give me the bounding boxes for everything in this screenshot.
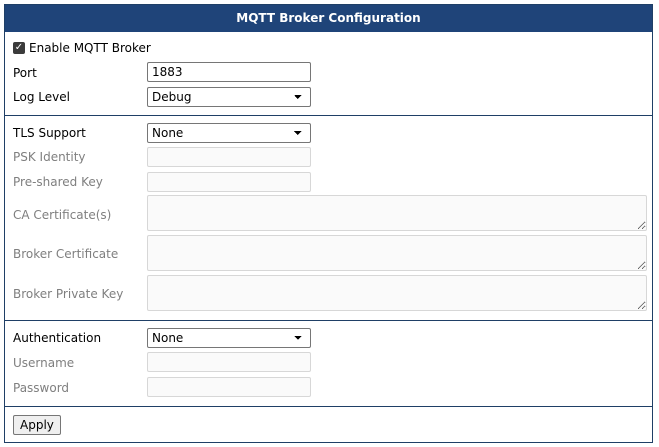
broker-private-key-textarea[interactable] — [147, 275, 647, 311]
mqtt-broker-panel: MQTT Broker Configuration ✓ Enable MQTT … — [4, 4, 653, 443]
section-divider — [5, 406, 652, 407]
authentication-select[interactable]: None — [147, 328, 311, 348]
psk-identity-input[interactable] — [147, 147, 311, 167]
tls-support-select[interactable]: None — [147, 123, 311, 143]
broker-certificate-textarea[interactable] — [147, 235, 647, 271]
enable-mqtt-broker-row[interactable]: ✓ Enable MQTT Broker — [13, 41, 151, 55]
username-label: Username — [13, 356, 75, 370]
pre-shared-key-label: Pre-shared Key — [13, 175, 103, 189]
tls-support-label: TLS Support — [13, 126, 86, 140]
enable-mqtt-broker-checkbox[interactable]: ✓ — [13, 42, 25, 54]
ca-certificate-textarea[interactable] — [147, 195, 647, 231]
log-level-select[interactable]: Debug — [147, 87, 311, 107]
apply-button[interactable]: Apply — [13, 415, 61, 435]
panel-header-title: MQTT Broker Configuration — [5, 5, 652, 32]
psk-identity-label: PSK Identity — [13, 150, 86, 164]
authentication-label: Authentication — [13, 331, 102, 345]
broker-private-key-label: Broker Private Key — [13, 287, 124, 301]
log-level-label: Log Level — [13, 90, 70, 104]
pre-shared-key-input[interactable] — [147, 172, 311, 192]
section-divider — [5, 320, 652, 321]
username-input[interactable] — [147, 352, 311, 372]
password-input[interactable] — [147, 377, 311, 397]
broker-certificate-label: Broker Certificate — [13, 247, 119, 261]
ca-certificate-label: CA Certificate(s) — [13, 208, 112, 222]
port-input[interactable] — [147, 62, 311, 82]
section-divider — [5, 115, 652, 116]
port-label: Port — [13, 66, 37, 80]
enable-mqtt-broker-label: Enable MQTT Broker — [29, 41, 151, 55]
password-label: Password — [13, 381, 70, 395]
